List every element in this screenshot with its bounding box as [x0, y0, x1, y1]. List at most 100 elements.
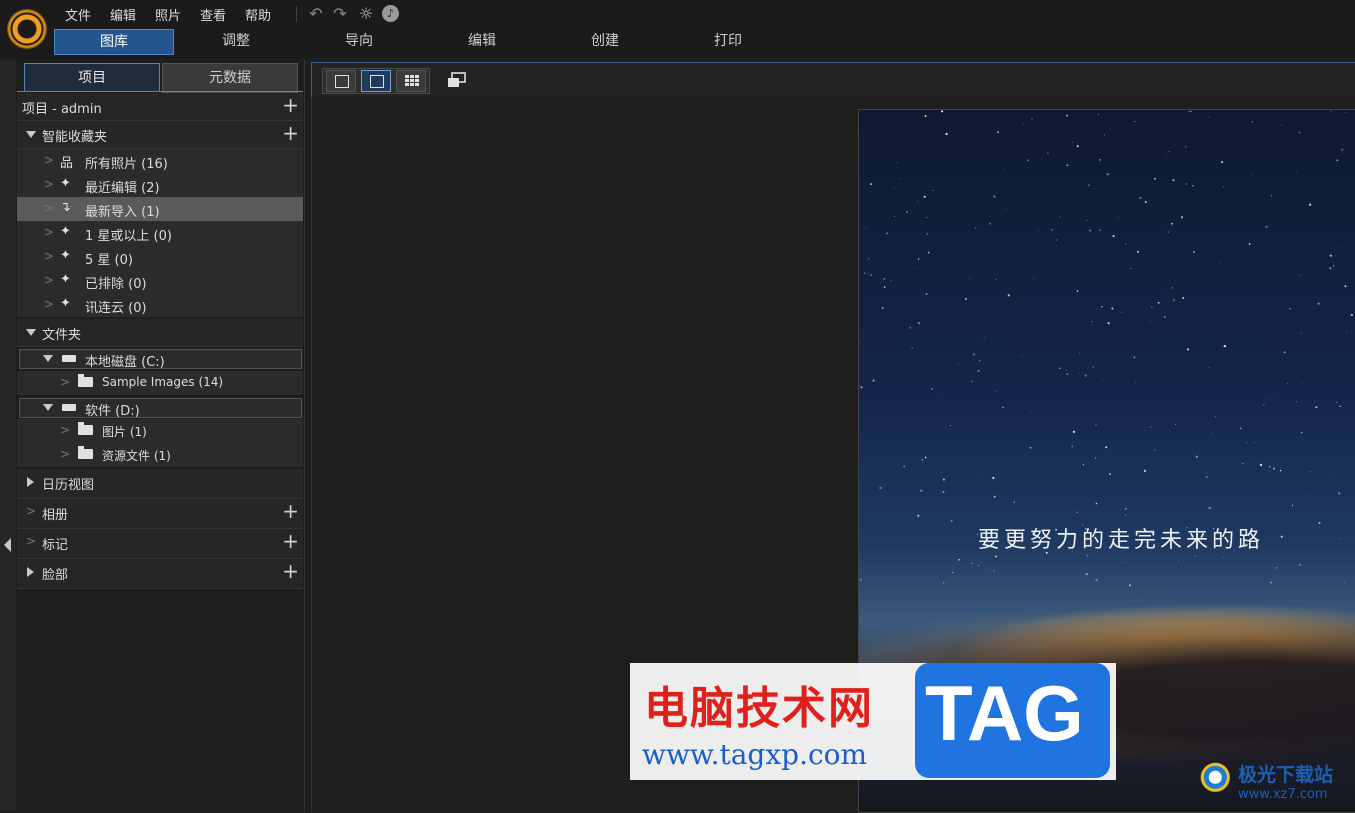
star: [927, 251, 930, 254]
star: [860, 386, 863, 389]
menu-photo[interactable]: 照片: [155, 5, 181, 24]
albums-header[interactable]: > 相册 +: [17, 499, 303, 529]
smart-item-1-star[interactable]: > ✦ 1 星或以上 (0): [17, 221, 303, 245]
add-face-icon[interactable]: +: [282, 561, 299, 581]
chevron-right-icon[interactable]: >: [60, 375, 70, 389]
watermark-site2-name: 极光下载站: [1238, 764, 1334, 786]
add-project-icon[interactable]: +: [282, 95, 299, 115]
expand-right-icon[interactable]: [27, 567, 34, 577]
chevron-right-icon[interactable]: >: [26, 534, 36, 548]
add-tag-icon[interactable]: +: [282, 531, 299, 551]
drive-d[interactable]: 软件 (D:): [19, 398, 302, 419]
redo-icon[interactable]: ↷: [330, 4, 350, 24]
star: [1211, 433, 1213, 434]
star: [917, 200, 919, 202]
star: [971, 562, 973, 565]
star: [1129, 584, 1131, 587]
tab-library[interactable]: 图库: [54, 29, 174, 55]
star: [1022, 122, 1024, 124]
star: [1259, 463, 1263, 467]
star: [917, 322, 921, 325]
notification-icon[interactable]: ♪: [382, 5, 399, 22]
chevron-right-icon[interactable]: >: [44, 249, 54, 263]
smart-item-latest-import[interactable]: > ↴ 最新导入 (1): [17, 197, 303, 221]
menu-edit[interactable]: 编辑: [110, 5, 136, 24]
compare-icon[interactable]: [447, 72, 467, 88]
tab-edit[interactable]: 编辑: [423, 29, 541, 53]
chevron-right-icon[interactable]: >: [60, 447, 70, 461]
settings-icon[interactable]: ☼: [356, 4, 376, 24]
chevron-right-icon[interactable]: >: [44, 177, 54, 191]
star: [1299, 564, 1301, 566]
menu-view[interactable]: 查看: [200, 5, 226, 24]
tags-header[interactable]: > 标记 +: [17, 529, 303, 559]
star: [943, 582, 945, 584]
star: [911, 347, 913, 349]
star: [1072, 430, 1076, 434]
filmstrip-view-button[interactable]: [326, 70, 356, 92]
albums-label: 相册: [42, 508, 69, 523]
view-toolbar: [311, 62, 1355, 97]
calendar-view-header[interactable]: 日历视图: [17, 469, 303, 499]
star: [1056, 245, 1057, 247]
star: [1345, 112, 1346, 113]
menu-file[interactable]: 文件: [65, 5, 91, 24]
star: [893, 187, 895, 188]
add-album-icon[interactable]: +: [282, 501, 299, 521]
tab-adjust[interactable]: 调整: [177, 29, 295, 53]
star: [1330, 472, 1332, 474]
smart-collections-header[interactable]: 智能收藏夹 +: [17, 121, 303, 149]
star: [1167, 231, 1169, 233]
chevron-right-icon[interactable]: >: [60, 423, 70, 437]
star: [942, 491, 945, 493]
smart-item-cyberlink-cloud[interactable]: > ✦ 讯连云 (0): [17, 293, 303, 317]
faces-header[interactable]: 脸部 +: [17, 559, 303, 589]
folder-pictures[interactable]: > 图片 (1): [17, 419, 303, 443]
project-header[interactable]: 项目 - admin +: [17, 93, 303, 121]
smart-collections-label: 智能收藏夹: [42, 130, 108, 145]
undo-icon[interactable]: ↶: [306, 4, 326, 24]
star: [1105, 446, 1108, 449]
panel-collapse-strip[interactable]: [0, 60, 17, 811]
star: [1005, 208, 1007, 209]
folders-header[interactable]: 文件夹: [17, 319, 303, 347]
expand-down-icon[interactable]: [43, 355, 53, 362]
smart-item-all-photos[interactable]: > 品 所有照片 (16): [17, 149, 303, 173]
tab-metadata[interactable]: 元数据: [162, 63, 298, 93]
chevron-right-icon[interactable]: >: [44, 201, 54, 215]
star: [1172, 179, 1175, 182]
single-view-button[interactable]: [361, 70, 391, 92]
chevron-right-icon[interactable]: >: [44, 297, 54, 311]
folder-resources[interactable]: > 资源文件 (1): [17, 443, 303, 467]
chevron-right-icon[interactable]: >: [44, 225, 54, 239]
grid-view-button[interactable]: [396, 70, 426, 92]
tab-guided[interactable]: 导向: [300, 29, 418, 53]
tab-print[interactable]: 打印: [669, 29, 787, 53]
star: [1055, 239, 1058, 241]
star: [1098, 114, 1100, 115]
folder-sample-images[interactable]: > Sample Images (14): [17, 371, 303, 395]
drive-c[interactable]: 本地磁盘 (C:): [19, 349, 302, 370]
smart-item-recent-edits[interactable]: > ✦ 最近编辑 (2): [17, 173, 303, 197]
star: [924, 456, 927, 459]
expand-right-icon[interactable]: [27, 477, 34, 487]
tab-create[interactable]: 创建: [546, 29, 664, 53]
expand-down-icon[interactable]: [43, 404, 53, 411]
star: [1344, 285, 1347, 288]
star: [1066, 114, 1068, 117]
star: [993, 495, 996, 498]
star: [1339, 405, 1341, 408]
expand-down-icon[interactable]: [26, 329, 36, 336]
tab-projects[interactable]: 项目: [24, 63, 160, 92]
star: [926, 233, 929, 235]
expand-down-icon[interactable]: [26, 131, 36, 138]
chevron-right-icon[interactable]: >: [44, 273, 54, 287]
star: [865, 227, 867, 229]
add-smart-collection-icon[interactable]: +: [282, 123, 299, 143]
chevron-right-icon[interactable]: >: [26, 504, 36, 518]
smart-item-5-star[interactable]: > ✦ 5 星 (0): [17, 245, 303, 269]
menu-help[interactable]: 帮助: [245, 5, 271, 24]
chevron-right-icon[interactable]: >: [44, 153, 54, 167]
smart-item-excluded[interactable]: > ✦ 已排除 (0): [17, 269, 303, 293]
collapse-left-icon[interactable]: [4, 538, 11, 552]
